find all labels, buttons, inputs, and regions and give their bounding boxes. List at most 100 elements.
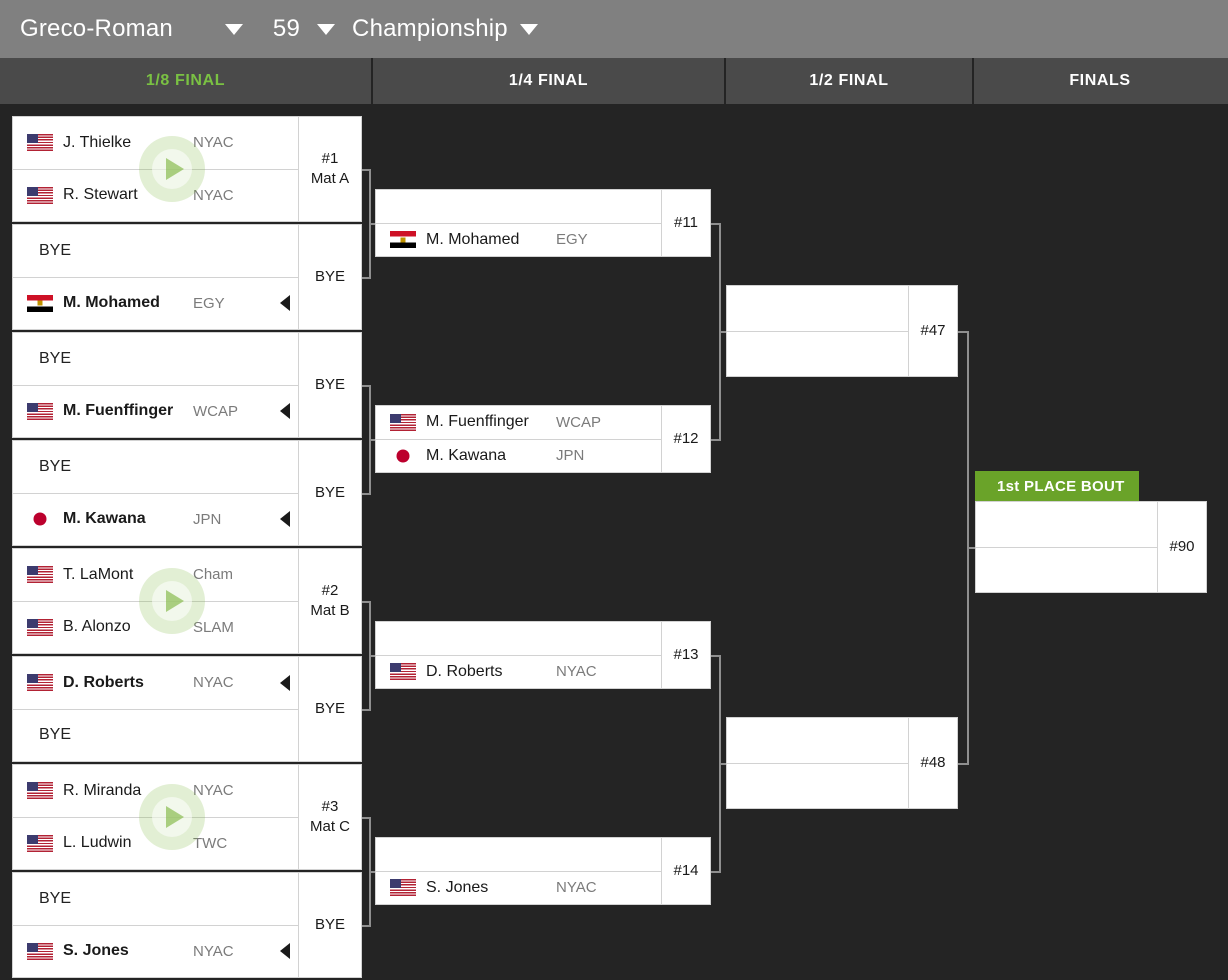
connector-line xyxy=(362,169,369,171)
flag-icon-none xyxy=(390,846,416,863)
match-slot[interactable]: BYE xyxy=(13,333,298,385)
level-chevron-down-icon[interactable] xyxy=(508,23,550,35)
bout-number-box[interactable]: BYE xyxy=(299,441,361,545)
competitor-name: R. Miranda xyxy=(63,781,142,799)
match-slot[interactable] xyxy=(727,718,908,763)
competitor-name: M. Kawana xyxy=(426,446,507,464)
connector-line xyxy=(958,331,967,333)
match-box[interactable]: #48 xyxy=(726,717,958,809)
match-slot[interactable]: S. Jones NYAC xyxy=(376,871,661,904)
bout-number-box[interactable]: #1 Mat A xyxy=(299,117,361,221)
match-slot[interactable]: M. Mohamed EGY xyxy=(13,277,298,329)
weight-selector-label[interactable]: 59 xyxy=(273,17,300,41)
bout-number-box[interactable]: #90 xyxy=(1158,502,1206,592)
match-slot[interactable]: D. Roberts NYAC xyxy=(13,657,298,709)
competitor-club: WCAP xyxy=(193,402,238,420)
match-box[interactable]: R. Miranda NYAC L. Ludwin TWC #3 Mat C xyxy=(12,764,362,870)
flag-icon-none xyxy=(741,777,767,794)
match-box[interactable]: T. LaMont Cham B. Alonzo SLAM #2 Mat B xyxy=(12,548,362,654)
match-competitors: S. Jones NYAC xyxy=(376,838,661,904)
style-chevron-down-icon[interactable] xyxy=(195,23,273,35)
competitor-club: SLAM xyxy=(193,618,234,636)
bout-number-box[interactable]: #3 Mat C xyxy=(299,765,361,869)
match-competitors: BYE M. Fuenffinger WCAP xyxy=(13,333,298,437)
flag-icon-usa xyxy=(390,413,416,431)
tab-round-of-16[interactable]: 1/8 FINAL xyxy=(0,58,373,104)
bout-number-box[interactable]: #13 xyxy=(662,622,710,688)
match-competitors: D. Roberts NYAC xyxy=(376,622,661,688)
flag-icon-none xyxy=(741,345,767,362)
match-box[interactable]: #90 xyxy=(975,501,1207,593)
match-box[interactable]: M. Mohamed EGY #11 xyxy=(375,189,711,257)
bout-number-box[interactable]: #14 xyxy=(662,838,710,904)
connector-line xyxy=(362,385,369,387)
bout-number-box[interactable]: BYE xyxy=(299,333,361,437)
tab-finals[interactable]: FINALS xyxy=(974,58,1226,104)
match-box[interactable]: #47 xyxy=(726,285,958,377)
weight-chevron-down-icon[interactable] xyxy=(300,23,352,35)
match-slot[interactable] xyxy=(727,286,908,331)
match-slot[interactable]: BYE xyxy=(13,441,298,493)
competitor-name: M. Kawana xyxy=(63,510,146,528)
match-slot[interactable]: BYE xyxy=(13,709,298,761)
bout-number-box[interactable]: BYE xyxy=(299,657,361,761)
bout-label: BYE xyxy=(314,375,345,393)
match-slot[interactable]: M. Kawana JPN xyxy=(13,493,298,545)
match-slot[interactable]: BYE xyxy=(13,873,298,925)
match-slot[interactable] xyxy=(376,622,661,655)
level-selector-label[interactable]: Championship xyxy=(352,17,508,41)
match-slot[interactable] xyxy=(376,838,661,871)
match-slot[interactable] xyxy=(727,763,908,808)
bout-number-box[interactable]: #11 xyxy=(662,190,710,256)
bout-number-box[interactable]: #47 xyxy=(909,286,957,376)
bout-label: #13 xyxy=(673,645,699,663)
match-slot[interactable] xyxy=(976,502,1157,547)
bout-number-box[interactable]: #2 Mat B xyxy=(299,549,361,653)
connector-line xyxy=(958,763,967,765)
tab-quarterfinal[interactable]: 1/4 FINAL xyxy=(373,58,726,104)
match-box[interactable]: BYE M. Kawana JPN BYE xyxy=(12,440,362,546)
match-slot[interactable]: M. Fuenffinger WCAP xyxy=(376,406,661,439)
flag-icon-usa xyxy=(27,134,53,152)
competitor-name: M. Mohamed xyxy=(426,230,520,248)
match-box[interactable]: BYE M. Mohamed EGY BYE xyxy=(12,224,362,330)
tab-semifinal[interactable]: 1/2 FINAL xyxy=(726,58,974,104)
style-selector-label[interactable]: Greco-Roman xyxy=(20,17,173,41)
match-slot[interactable]: M. Fuenffinger WCAP xyxy=(13,385,298,437)
bout-number-box[interactable]: BYE xyxy=(299,873,361,977)
match-box[interactable]: D. Roberts NYAC #13 xyxy=(375,621,711,689)
match-box[interactable]: S. Jones NYAC #14 xyxy=(375,837,711,905)
match-box[interactable]: M. Fuenffinger WCAP M. Kawana JPN #12 xyxy=(375,405,711,473)
flag-icon-usa xyxy=(27,618,53,636)
round-tabs: 1/8 FINAL 1/4 FINAL 1/2 FINAL FINALS xyxy=(0,58,1228,104)
match-slot[interactable] xyxy=(976,547,1157,592)
competitor-club: WCAP xyxy=(556,413,601,431)
bout-number-box[interactable]: #48 xyxy=(909,718,957,808)
flag-icon-none xyxy=(990,561,1016,578)
competitor-name: BYE xyxy=(39,241,72,259)
connector-line xyxy=(719,763,726,765)
play-video-button[interactable] xyxy=(139,568,205,634)
match-box[interactable]: J. Thielke NYAC R. Stewart NYAC #1 Mat A xyxy=(12,116,362,222)
play-video-button[interactable] xyxy=(139,136,205,202)
match-slot[interactable]: D. Roberts NYAC xyxy=(376,655,661,688)
connector-line xyxy=(711,655,719,657)
match-slot[interactable]: BYE xyxy=(13,225,298,277)
match-slot[interactable] xyxy=(727,331,908,376)
bout-label: #14 xyxy=(673,861,699,879)
match-box[interactable]: BYE S. Jones NYAC BYE xyxy=(12,872,362,978)
competitor-club: NYAC xyxy=(193,134,234,152)
match-slot[interactable]: M. Mohamed EGY xyxy=(376,223,661,256)
winner-marker-icon xyxy=(280,943,290,960)
match-box[interactable]: D. Roberts NYAC BYE BYE xyxy=(12,656,362,762)
match-slot[interactable]: S. Jones NYAC xyxy=(13,925,298,977)
match-slot[interactable] xyxy=(376,190,661,223)
bout-number-box[interactable]: BYE xyxy=(299,225,361,329)
bout-label: #48 xyxy=(920,753,946,771)
flag-icon-usa xyxy=(390,879,416,897)
competitor-club: EGY xyxy=(556,231,588,249)
match-box[interactable]: BYE M. Fuenffinger WCAP BYE xyxy=(12,332,362,438)
bout-number-box[interactable]: #12 xyxy=(662,406,710,472)
match-slot[interactable]: M. Kawana JPN xyxy=(376,439,661,472)
play-video-button[interactable] xyxy=(139,784,205,850)
